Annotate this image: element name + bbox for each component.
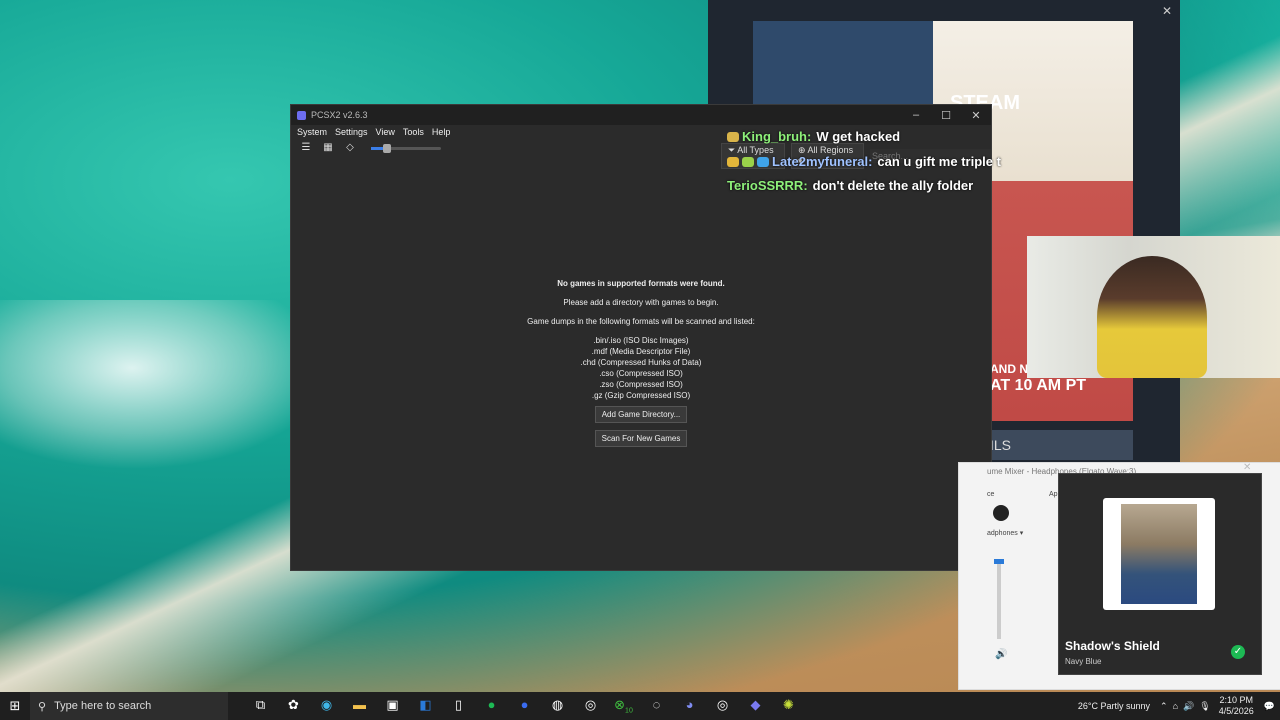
format-item: .bin/.iso (ISO Disc Images) bbox=[593, 336, 689, 345]
taskbar-apps: ⧉ ✿ ◉ ▬ ▣ ◧ ▯ ● ● ◍ ◎ ⊗10 ◌ ◕ ◎ ◆ ✺ bbox=[244, 697, 805, 715]
weather-widget[interactable]: 26°C Partly sunny bbox=[1078, 701, 1150, 711]
window-title: PCSX2 v2.6.3 bbox=[311, 110, 368, 120]
device-dropdown[interactable]: adphones ▾ bbox=[987, 529, 1023, 537]
mixer-device-label: ce bbox=[987, 491, 995, 498]
speaker-icon[interactable]: 🔊 bbox=[995, 649, 1007, 660]
close-icon[interactable]: ✕ bbox=[1243, 462, 1251, 473]
app-icon[interactable]: ✺ bbox=[772, 697, 805, 715]
chat-text: can u gift me triple t bbox=[877, 154, 1001, 169]
obs-icon[interactable]: ◍ bbox=[541, 697, 574, 715]
empty-heading: No games in supported formats were found… bbox=[557, 279, 725, 288]
copilot-icon[interactable]: ✿ bbox=[277, 697, 310, 715]
tray-chevron-icon[interactable]: ⌃ bbox=[1160, 701, 1168, 712]
steam-date-line1: AND N bbox=[990, 362, 1028, 376]
scan-for-new-games-button[interactable]: Scan For New Games bbox=[594, 430, 688, 447]
empty-prompt: Please add a directory with games to beg… bbox=[563, 298, 719, 307]
title-bar[interactable]: PCSX2 v2.6.3 – ☐ ✕ bbox=[291, 105, 991, 125]
track-subtitle: Navy Blue bbox=[1065, 657, 1102, 666]
search-placeholder: Type here to search bbox=[54, 700, 152, 712]
list-view-icon[interactable]: ☰ bbox=[297, 141, 315, 155]
discord-icon[interactable]: ◕ bbox=[673, 697, 706, 715]
album-art bbox=[1103, 498, 1215, 610]
mixer-apps-label: Ap bbox=[1049, 491, 1058, 498]
chat-username: Late2myfuneral: bbox=[772, 154, 873, 169]
notepad-icon[interactable]: ▯ bbox=[442, 697, 475, 715]
xbox-icon[interactable]: ⊗10 bbox=[607, 697, 640, 715]
taskbar: ⊞ ⚲ Type here to search ⧉ ✿ ◉ ▬ ▣ ◧ ▯ ● … bbox=[0, 692, 1280, 720]
spotify-icon[interactable]: ● bbox=[475, 697, 508, 715]
close-button[interactable]: ✕ bbox=[961, 109, 991, 122]
edge-icon[interactable]: ◉ bbox=[310, 697, 343, 715]
volume-icon[interactable]: 🔊 bbox=[1183, 701, 1194, 712]
notification-center-icon[interactable]: 💬 bbox=[1264, 701, 1275, 712]
outlook-icon[interactable]: ◧ bbox=[409, 697, 442, 715]
minimize-button[interactable]: – bbox=[901, 109, 931, 122]
badge-icon bbox=[742, 156, 754, 167]
zoom-slider[interactable] bbox=[371, 143, 441, 153]
webcam-overlay bbox=[1027, 236, 1280, 378]
check-icon: ✓ bbox=[1231, 645, 1245, 659]
clock-date: 4/5/2026 bbox=[1218, 706, 1254, 716]
wallpaper-surf bbox=[0, 300, 330, 470]
tag-icon[interactable]: ◇ bbox=[341, 141, 359, 155]
pcsx2-window: PCSX2 v2.6.3 – ☐ ✕ System Settings View … bbox=[290, 104, 992, 571]
network-icon[interactable]: ⌂ bbox=[1173, 701, 1178, 711]
format-item: .cso (Compressed ISO) bbox=[599, 369, 683, 378]
chat-text: W get hacked bbox=[816, 129, 901, 144]
store-icon[interactable]: ▣ bbox=[376, 697, 409, 715]
chat-username: TerioSSRRR: bbox=[727, 178, 808, 193]
now-playing-notification[interactable]: ✕ Shadow's Shield Navy Blue ✓ bbox=[1058, 462, 1262, 675]
formats-intro: Game dumps in the following formats will… bbox=[527, 317, 755, 326]
file-explorer-icon[interactable]: ▬ bbox=[343, 697, 376, 715]
chat-message: Late2myfuneral: can u gift me triple t bbox=[727, 154, 1001, 169]
format-item: .gz (Gzip Compressed ISO) bbox=[591, 391, 691, 400]
grid-view-icon[interactable]: ▦ bbox=[319, 141, 337, 155]
volume-slider[interactable] bbox=[994, 559, 1004, 639]
taskbar-search[interactable]: ⚲ Type here to search bbox=[30, 692, 228, 720]
crown-badge-icon bbox=[727, 156, 739, 167]
steam-details-button[interactable]: ILS bbox=[990, 430, 1133, 460]
format-item: .mdf (Media Descriptor File) bbox=[591, 347, 691, 356]
task-view-icon[interactable]: ⧉ bbox=[244, 697, 277, 715]
badge-icon bbox=[727, 131, 739, 142]
add-game-directory-button[interactable]: Add Game Directory... bbox=[594, 406, 688, 423]
track-title: Shadow's Shield bbox=[1065, 639, 1160, 653]
chrome-icon[interactable]: ◎ bbox=[706, 697, 739, 715]
menu-system[interactable]: System bbox=[293, 127, 331, 137]
ea-icon[interactable]: ● bbox=[508, 697, 541, 715]
empty-state: No games in supported formats were found… bbox=[291, 278, 991, 447]
system-tray: 26°C Partly sunny ⌃ ⌂ 🔊 🎙 2:10 PM 4/5/20… bbox=[1078, 695, 1280, 717]
app-icon[interactable]: ◌ bbox=[640, 697, 673, 715]
menu-help[interactable]: Help bbox=[428, 127, 455, 137]
chat-message: King_bruh: W get hacked bbox=[727, 129, 900, 144]
format-item: .zso (Compressed ISO) bbox=[599, 380, 683, 389]
menu-view[interactable]: View bbox=[372, 127, 399, 137]
mic-icon[interactable]: 🎙 bbox=[1199, 701, 1210, 712]
pcsx2-taskbar-icon[interactable]: ◆ bbox=[739, 697, 772, 715]
app-icon[interactable]: ◎ bbox=[574, 697, 607, 715]
clock-time: 2:10 PM bbox=[1219, 695, 1253, 705]
maximize-button[interactable]: ☐ bbox=[931, 109, 961, 122]
menu-tools[interactable]: Tools bbox=[399, 127, 428, 137]
chat-message: TerioSSRRR: don't delete the ally folder bbox=[727, 178, 973, 193]
steam-date-line2: AT 10 AM PT bbox=[990, 377, 1087, 394]
headphones-icon bbox=[993, 505, 1009, 521]
search-icon: ⚲ bbox=[38, 700, 47, 713]
menu-settings[interactable]: Settings bbox=[331, 127, 372, 137]
badge-icon bbox=[757, 156, 769, 167]
clock[interactable]: 2:10 PM 4/5/2026 bbox=[1219, 695, 1254, 717]
chat-text: don't delete the ally folder bbox=[812, 178, 974, 193]
format-item: .chd (Compressed Hunks of Data) bbox=[580, 358, 702, 367]
chat-username: King_bruh: bbox=[742, 129, 812, 144]
windows-start-icon[interactable]: ⊞ bbox=[0, 698, 30, 714]
pcsx2-logo-icon bbox=[297, 110, 306, 120]
close-icon[interactable]: ✕ bbox=[1162, 4, 1172, 18]
